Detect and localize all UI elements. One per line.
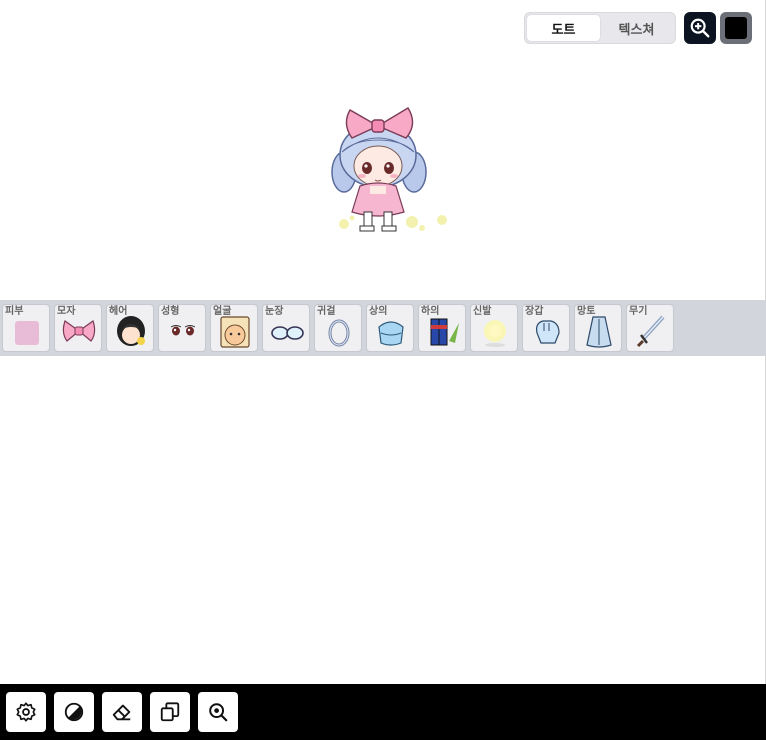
slot-cape[interactable]: 망토 bbox=[574, 304, 622, 352]
earring-icon bbox=[328, 319, 350, 347]
slot-skin[interactable]: 피부 bbox=[2, 304, 50, 352]
settings-icon bbox=[16, 702, 36, 722]
pink-ribbon-icon bbox=[62, 320, 96, 342]
search-zoom-icon bbox=[209, 703, 228, 722]
background-color-button[interactable] bbox=[720, 12, 752, 44]
zoom-in-icon bbox=[690, 18, 710, 38]
equipment-bar: 피부 모자 헤어 성형 얼굴 눈장 귀걸 상의 하의 신발 장갑 망토 무기 bbox=[0, 300, 766, 356]
texture-mode-button[interactable]: 텍스쳐 bbox=[600, 15, 673, 41]
zoom-in-button[interactable] bbox=[684, 12, 716, 44]
background-color-swatch bbox=[725, 17, 747, 39]
slot-earring[interactable]: 귀걸 bbox=[314, 304, 362, 352]
slot-top[interactable]: 상의 bbox=[366, 304, 414, 352]
render-mode-toggle: 도트 텍스쳐 bbox=[524, 12, 676, 44]
slot-weapon[interactable]: 무기 bbox=[626, 304, 674, 352]
contrast-icon bbox=[64, 702, 84, 722]
eraser-button[interactable] bbox=[102, 692, 142, 732]
skin-swatch-icon bbox=[15, 321, 39, 345]
face-accessory-icon bbox=[220, 316, 250, 348]
shoes-icon bbox=[484, 320, 506, 347]
character-preview bbox=[331, 107, 447, 232]
slot-gloves[interactable]: 장갑 bbox=[522, 304, 570, 352]
slot-face[interactable]: 성형 bbox=[158, 304, 206, 352]
face-eyes-icon bbox=[170, 325, 196, 336]
copy-button[interactable] bbox=[150, 692, 190, 732]
eraser-icon bbox=[112, 704, 131, 721]
glove-icon bbox=[536, 320, 560, 344]
hair-icon bbox=[117, 316, 145, 346]
sword-icon bbox=[636, 315, 665, 348]
cape-icon bbox=[586, 316, 612, 348]
slot-bottom[interactable]: 하의 bbox=[418, 304, 466, 352]
bottom-toolbar bbox=[0, 684, 766, 740]
bottom-icon bbox=[430, 318, 459, 346]
slot-hair[interactable]: 헤어 bbox=[106, 304, 154, 352]
slot-face-accessory[interactable]: 얼굴 bbox=[210, 304, 258, 352]
settings-button[interactable] bbox=[6, 692, 46, 732]
contrast-button[interactable] bbox=[54, 692, 94, 732]
zoom-search-button[interactable] bbox=[198, 692, 238, 732]
slot-shoes[interactable]: 신발 bbox=[470, 304, 518, 352]
copy-icon bbox=[160, 702, 180, 722]
slot-eye-accessory[interactable]: 눈장 bbox=[262, 304, 310, 352]
slot-hat[interactable]: 모자 bbox=[54, 304, 102, 352]
dot-mode-button[interactable]: 도트 bbox=[527, 15, 600, 41]
glasses-icon bbox=[271, 326, 304, 340]
top-icon bbox=[378, 321, 404, 346]
